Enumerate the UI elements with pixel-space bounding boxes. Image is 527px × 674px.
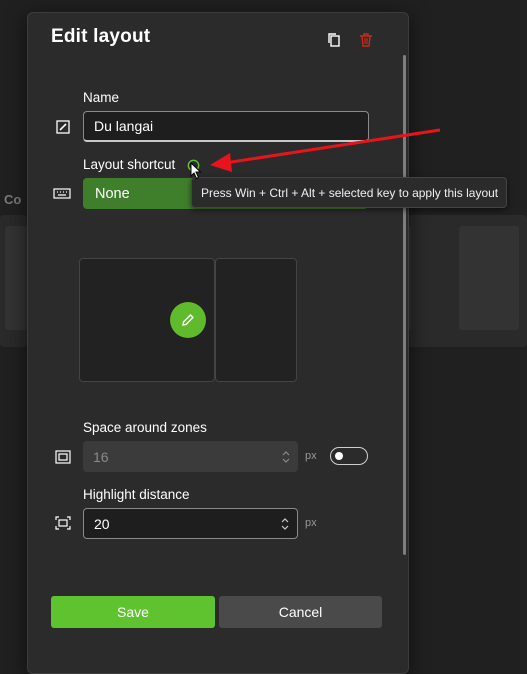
background-label: Co	[4, 192, 22, 207]
space-zones-icon	[54, 449, 72, 465]
highlight-distance-icon	[54, 515, 72, 531]
save-button[interactable]: Save	[51, 596, 215, 628]
space-around-zones-value: 16	[93, 448, 109, 465]
highlight-distance-label: Highlight distance	[83, 487, 190, 502]
spin-buttons[interactable]	[281, 517, 289, 530]
name-label: Name	[83, 90, 120, 105]
shortcut-tooltip: Press Win + Ctrl + Alt + selected key to…	[191, 177, 507, 208]
pencil-icon	[180, 312, 196, 328]
highlight-unit-label: px	[305, 517, 317, 529]
keyboard-icon	[53, 186, 71, 202]
toggle-knob	[335, 452, 343, 460]
space-around-zones-input[interactable]: 16	[83, 441, 298, 472]
highlight-distance-value: 20	[94, 515, 110, 532]
rename-icon	[55, 119, 71, 135]
background-zone	[459, 226, 519, 330]
space-around-zones-toggle[interactable]	[330, 447, 368, 465]
layout-shortcut-label: Layout shortcut	[83, 157, 176, 172]
space-unit-label: px	[305, 450, 317, 462]
dialog-title: Edit layout	[51, 26, 151, 47]
copy-icon[interactable]	[325, 31, 343, 49]
edit-zones-button[interactable]	[170, 302, 206, 338]
space-around-zones-label: Space around zones	[83, 420, 207, 435]
spin-buttons[interactable]	[282, 450, 290, 463]
highlight-distance-input[interactable]: 20	[83, 508, 298, 539]
zone-preview-right[interactable]	[215, 258, 297, 382]
annotation-arrow	[210, 128, 441, 172]
delete-icon[interactable]	[357, 31, 375, 49]
background-zone	[5, 226, 27, 330]
cancel-button[interactable]: Cancel	[219, 596, 382, 628]
